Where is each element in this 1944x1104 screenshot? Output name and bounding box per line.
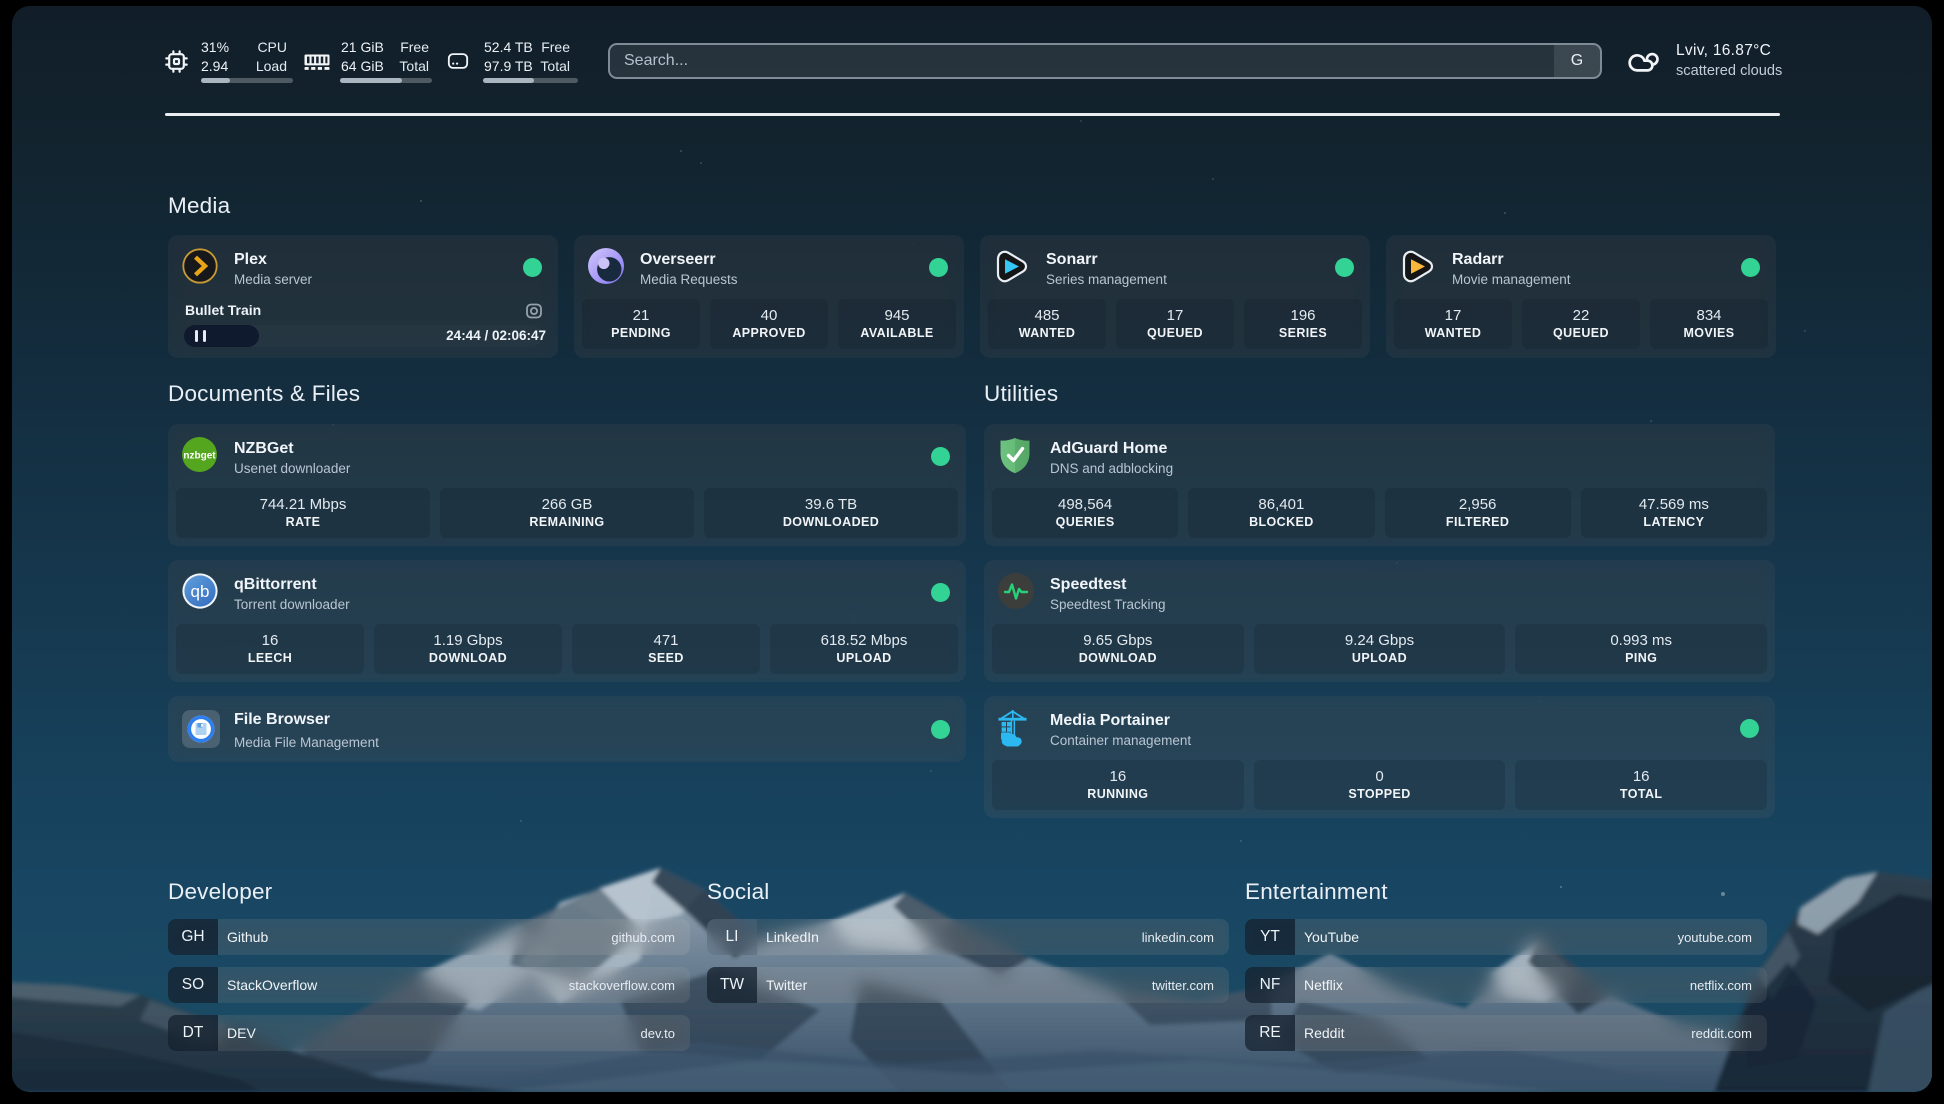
svg-text:nzbget: nzbget — [183, 451, 216, 462]
svg-text:qb: qb — [191, 582, 210, 601]
